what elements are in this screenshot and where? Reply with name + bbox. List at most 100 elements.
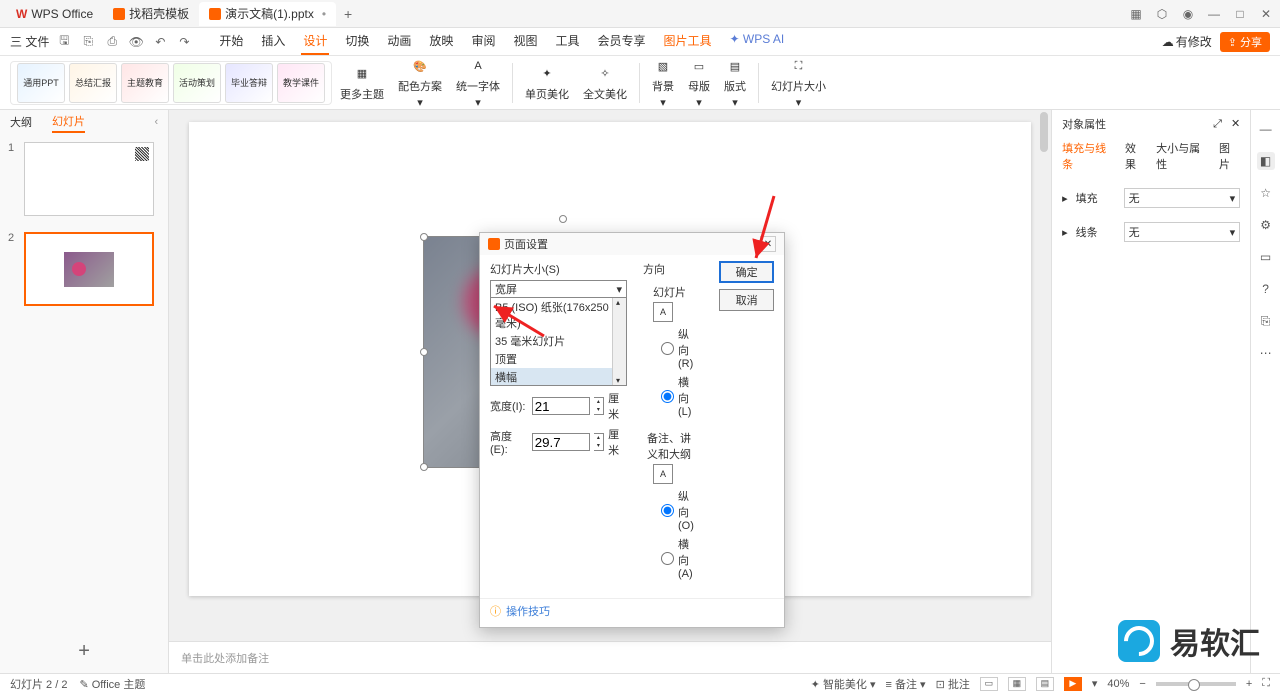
- tab-tools[interactable]: 工具: [553, 28, 581, 55]
- add-slide-button[interactable]: +: [0, 630, 168, 673]
- list-item-selected[interactable]: 横幅: [491, 368, 626, 386]
- tab-presentation[interactable]: 演示文稿(1).pptx •: [199, 2, 336, 26]
- print-preview-icon[interactable]: 👁: [127, 33, 145, 51]
- chevron-down-icon[interactable]: ▾: [1092, 677, 1098, 690]
- fit-icon[interactable]: ⛶: [1262, 677, 1270, 690]
- template-teaching[interactable]: 教学课件: [277, 63, 325, 103]
- fill-line-tab[interactable]: 填充与线条: [1062, 138, 1115, 174]
- window-maximize-icon[interactable]: □: [1232, 6, 1248, 22]
- tab-view[interactable]: 视图: [511, 28, 539, 55]
- list-item[interactable]: B5 (ISO) 纸张(176x250 毫米): [491, 298, 626, 332]
- theme-indicator[interactable]: ✎ Office 主题: [79, 676, 145, 692]
- zoom-slider[interactable]: [1156, 682, 1236, 686]
- doc-beautify-button[interactable]: ✧全文美化: [577, 62, 633, 104]
- master-button[interactable]: ▭母版 ▾: [682, 54, 716, 111]
- dock-minus-icon[interactable]: —: [1257, 120, 1275, 138]
- slide-size-combo[interactable]: 宽屏 ▾: [490, 280, 627, 298]
- notes-toggle[interactable]: ≡ 备注 ▾: [886, 676, 926, 692]
- save-icon[interactable]: 🖫: [55, 33, 73, 51]
- expand-icon[interactable]: ▸: [1062, 226, 1068, 239]
- template-graduation[interactable]: 毕业答辩: [225, 63, 273, 103]
- wps-ai-button[interactable]: ✦ WPS AI: [728, 28, 787, 55]
- background-button[interactable]: ▧背景 ▾: [646, 54, 680, 111]
- layout-button[interactable]: ▤版式 ▾: [718, 54, 752, 111]
- height-spinner[interactable]: ▴▾: [594, 433, 604, 451]
- dock-bookmark-icon[interactable]: ⎘: [1257, 312, 1275, 330]
- landscape-radio[interactable]: 横向(L): [661, 374, 699, 418]
- color-scheme-button[interactable]: 🎨配色方案 ▾: [392, 54, 448, 111]
- dialog-close-button[interactable]: ✕: [760, 236, 776, 252]
- rotate-handle[interactable]: [559, 215, 567, 223]
- redo-icon[interactable]: ↷: [175, 33, 193, 51]
- slide-thumbnail-2[interactable]: 2: [0, 224, 168, 314]
- zoom-in-icon[interactable]: +: [1246, 678, 1252, 690]
- file-menu[interactable]: 三 文件: [10, 33, 49, 50]
- view-sorter-icon[interactable]: ▦: [1008, 677, 1026, 691]
- slide-size-listbox[interactable]: B5 (ISO) 纸张(176x250 毫米) 35 毫米幻灯片 顶置 横幅 全…: [490, 298, 627, 386]
- tab-member[interactable]: 会员专享: [595, 28, 647, 55]
- tab-template[interactable]: 找稻壳模板: [103, 2, 199, 26]
- resize-handle-w[interactable]: [420, 348, 428, 356]
- vertical-scrollbar[interactable]: [1039, 112, 1049, 597]
- view-reading-icon[interactable]: ▤: [1036, 677, 1054, 691]
- dock-link-icon[interactable]: ⚙: [1257, 216, 1275, 234]
- dialog-titlebar[interactable]: 页面设置 ✕: [480, 233, 784, 255]
- print-icon[interactable]: ⎙: [103, 33, 121, 51]
- cancel-button[interactable]: 取消: [719, 289, 774, 311]
- page-beautify-button[interactable]: ✦单页美化: [519, 62, 575, 104]
- undo-icon[interactable]: ↶: [151, 33, 169, 51]
- width-spinner[interactable]: ▴▾: [594, 397, 604, 415]
- tab-animation[interactable]: 动画: [385, 28, 413, 55]
- picture-tab[interactable]: 图片: [1219, 138, 1240, 174]
- dock-properties-icon[interactable]: ◧: [1257, 152, 1275, 170]
- ok-button[interactable]: 确定: [719, 261, 774, 283]
- resize-handle-sw[interactable]: [420, 463, 428, 471]
- window-close-icon[interactable]: ✕: [1258, 6, 1274, 22]
- tab-picture-tools[interactable]: 图片工具: [662, 28, 714, 55]
- dock-star-icon[interactable]: ☆: [1257, 184, 1275, 202]
- slides-tab[interactable]: 幻灯片: [52, 111, 85, 133]
- list-item[interactable]: 35 毫米幻灯片: [491, 332, 626, 350]
- tab-design[interactable]: 设计: [301, 28, 329, 55]
- portrait2-radio[interactable]: 纵向(O): [661, 488, 699, 532]
- slide-size-button[interactable]: ⛶幻灯片大小 ▾: [765, 54, 832, 111]
- listbox-scrollbar[interactable]: [612, 298, 626, 385]
- window-minimize-icon[interactable]: —: [1206, 6, 1222, 22]
- font-button[interactable]: A统一字体 ▾: [450, 54, 506, 111]
- smart-beautify-button[interactable]: ✦ 智能美化 ▾: [811, 676, 876, 692]
- scrollbar-thumb[interactable]: [1040, 112, 1048, 152]
- tab-start[interactable]: 开始: [217, 28, 245, 55]
- close-tab-icon[interactable]: •: [322, 7, 326, 21]
- zoom-out-icon[interactable]: −: [1139, 678, 1145, 690]
- height-input[interactable]: [532, 433, 590, 451]
- tab-slideshow[interactable]: 放映: [427, 28, 455, 55]
- export-icon[interactable]: ⎘: [79, 33, 97, 51]
- dock-more-icon[interactable]: ⋯: [1257, 344, 1275, 362]
- outline-tab[interactable]: 大纲: [10, 112, 32, 132]
- cube-icon[interactable]: ⬡: [1154, 6, 1170, 22]
- view-normal-icon[interactable]: ▭: [980, 677, 998, 691]
- app-tab[interactable]: W WPS Office: [6, 2, 103, 26]
- tab-transition[interactable]: 切换: [343, 28, 371, 55]
- share-button[interactable]: ⇪ 分享: [1220, 32, 1270, 52]
- portrait-radio[interactable]: 纵向(R): [661, 326, 699, 370]
- fill-select[interactable]: 无▾: [1124, 188, 1241, 208]
- close-panel-icon[interactable]: ✕: [1231, 118, 1240, 130]
- more-themes-button[interactable]: ▦更多主题: [334, 62, 390, 104]
- slide-thumbnail-1[interactable]: 1: [0, 134, 168, 224]
- globe-icon[interactable]: ◉: [1180, 6, 1196, 22]
- page-indicator[interactable]: 幻灯片 2 / 2: [10, 676, 67, 692]
- template-general[interactable]: 通用PPT: [17, 63, 65, 103]
- template-activity[interactable]: 活动策划: [173, 63, 221, 103]
- collapse-icon[interactable]: ‹: [154, 116, 158, 128]
- modified-indicator[interactable]: ☁ 有修改: [1162, 33, 1212, 50]
- effects-tab[interactable]: 效果: [1125, 138, 1146, 174]
- view-slideshow-icon[interactable]: ▶: [1064, 677, 1082, 691]
- comments-toggle[interactable]: ⊡ 批注: [936, 676, 970, 692]
- size-props-tab[interactable]: 大小与属性: [1156, 138, 1209, 174]
- pin-icon[interactable]: ⤢: [1213, 118, 1222, 130]
- template-summary[interactable]: 总结汇报: [69, 63, 117, 103]
- add-tab-button[interactable]: +: [336, 6, 360, 22]
- notes-area[interactable]: 单击此处添加备注: [169, 641, 1051, 673]
- grid-icon[interactable]: ▦: [1128, 6, 1144, 22]
